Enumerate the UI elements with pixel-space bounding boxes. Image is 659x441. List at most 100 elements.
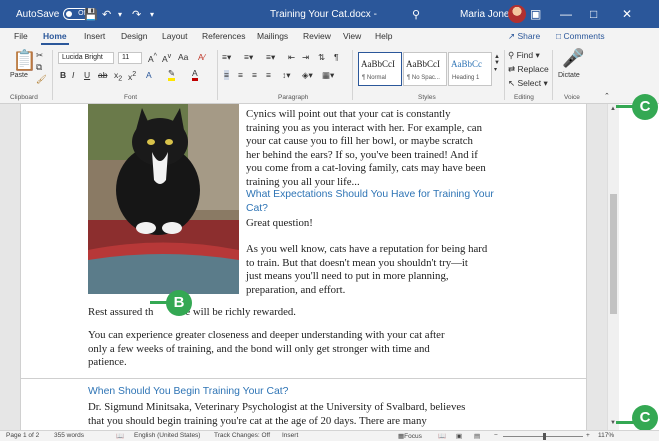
clear-formatting-icon[interactable]: A∕	[198, 52, 205, 62]
highlight-icon[interactable]: ✎	[168, 68, 176, 81]
tab-insert[interactable]: Insert	[84, 31, 105, 41]
insert-mode[interactable]: Insert	[282, 432, 298, 439]
shading-icon[interactable]: ◈▾	[302, 70, 313, 81]
ribbon-display-options-icon[interactable]: ▣	[530, 0, 560, 28]
title-bar: AutoSave Off 💾 ↶ ▾ ↷ ▾ Training Your Cat…	[0, 0, 659, 28]
zoom-out-icon[interactable]: −	[494, 432, 498, 439]
cut-icon[interactable]: ✂	[36, 50, 43, 61]
save-icon[interactable]: 💾	[84, 0, 98, 28]
align-center-icon[interactable]: ≡	[238, 70, 243, 80]
callout-b: B	[166, 290, 192, 316]
bold-icon[interactable]: B	[60, 70, 66, 80]
undo-icon[interactable]: ↶	[102, 0, 111, 28]
strikethrough-icon[interactable]: ab	[98, 70, 107, 80]
multilevel-list-icon[interactable]: ≡▾	[266, 52, 275, 63]
tab-mailings[interactable]: Mailings	[257, 31, 288, 41]
tab-references[interactable]: References	[202, 31, 245, 41]
read-mode-icon[interactable]: 📖	[438, 432, 446, 440]
tab-layout[interactable]: Layout	[162, 31, 188, 41]
find-button[interactable]: ⚲ Find ▾	[508, 50, 540, 61]
font-name-field[interactable]: Lucida Bright	[58, 52, 114, 64]
zoom-in-icon[interactable]: +	[586, 432, 590, 439]
vertical-scrollbar[interactable]: ▲ ▼	[607, 104, 619, 430]
avatar[interactable]	[508, 0, 526, 28]
divider	[552, 50, 553, 100]
share-button[interactable]: ↗ Share	[508, 31, 540, 42]
numbering-icon[interactable]: ≡▾	[244, 52, 253, 63]
web-layout-icon[interactable]: ▤	[474, 432, 480, 440]
proofing-icon[interactable]: 📖	[116, 432, 124, 440]
document-area[interactable]: Cynics will point out that your cat is c…	[0, 104, 607, 430]
change-case-icon[interactable]: Aa	[178, 52, 188, 62]
styles-more-icon[interactable]: ▲ ▼ ▾	[494, 54, 500, 73]
rest-assured-text: Rest assured th e will be richly rewarded…	[88, 306, 296, 318]
document-page-2[interactable]: When Should You Begin Training Your Cat?…	[20, 378, 587, 430]
italic-icon[interactable]: I	[72, 70, 74, 80]
justify-icon[interactable]: ≡	[266, 70, 271, 80]
tab-view[interactable]: View	[343, 31, 361, 41]
zoom-slider-thumb[interactable]	[543, 433, 546, 440]
customize-quick-access-icon[interactable]: ▾	[150, 0, 154, 28]
paste-button[interactable]: Paste	[10, 72, 28, 79]
ribbon-tabs: File Home Insert Design Layout Reference…	[0, 28, 659, 46]
track-changes-status[interactable]: Track Changes: Off	[214, 432, 270, 439]
page-count[interactable]: Page 1 of 2	[6, 432, 39, 439]
focus-button[interactable]: ▦ Focus	[398, 432, 422, 440]
font-size-field[interactable]: 11	[118, 52, 142, 64]
show-formatting-icon[interactable]: ¶	[334, 52, 339, 62]
borders-icon[interactable]: ▦▾	[322, 70, 334, 81]
align-left-icon[interactable]: ≡	[224, 70, 229, 80]
language[interactable]: English (United States)	[134, 432, 200, 439]
select-button[interactable]: ↖ Select ▾	[508, 78, 548, 89]
subscript-icon[interactable]: x2	[114, 70, 122, 83]
underline-icon[interactable]: U	[84, 70, 90, 80]
decrease-indent-icon[interactable]: ⇤	[288, 52, 295, 63]
line-spacing-icon[interactable]: ↕▾	[282, 70, 291, 81]
replace-button[interactable]: ⇄ Replace	[508, 64, 549, 75]
align-right-icon[interactable]: ≡	[252, 70, 257, 80]
redo-icon[interactable]: ↷	[132, 0, 141, 28]
divider	[52, 50, 53, 100]
autosave[interactable]: AutoSave Off	[16, 0, 92, 28]
cat-photo[interactable]	[88, 104, 239, 294]
collapse-ribbon-icon[interactable]: ⌃	[604, 92, 610, 100]
comments-button[interactable]: □ Comments	[556, 31, 605, 41]
tab-help[interactable]: Help	[375, 31, 392, 41]
print-layout-icon[interactable]: ▣	[456, 432, 462, 440]
scrollbar-thumb[interactable]	[610, 194, 617, 314]
tab-review[interactable]: Review	[303, 31, 331, 41]
minimize-button[interactable]: —	[560, 0, 590, 28]
maximize-button[interactable]: □	[590, 0, 620, 28]
tab-home[interactable]: Home	[43, 31, 67, 41]
copy-icon[interactable]: ⧉	[36, 62, 42, 73]
style-no-spacing[interactable]: AaBbCcI ¶ No Spac...	[403, 52, 447, 86]
dictate-button[interactable]: Dictate	[558, 72, 580, 79]
divider	[352, 50, 353, 100]
zoom-level[interactable]: 117%	[598, 432, 614, 439]
tab-design[interactable]: Design	[121, 31, 147, 41]
superscript-icon[interactable]: x2	[128, 70, 136, 82]
undo-dropdown-icon[interactable]: ▾	[118, 0, 122, 28]
style-normal[interactable]: AaBbCcI ¶ Normal	[358, 52, 402, 86]
word-count[interactable]: 355 words	[54, 432, 84, 439]
grow-font-icon[interactable]: A^	[148, 52, 157, 64]
bullets-icon[interactable]: ≡▾	[222, 52, 231, 63]
microphone-icon[interactable]: 🎤	[562, 48, 584, 69]
tab-file[interactable]: File	[14, 31, 28, 41]
search-icon[interactable]: ⚲	[412, 0, 420, 28]
shrink-font-icon[interactable]: Av	[162, 52, 171, 64]
user-name[interactable]: Maria Jones	[460, 0, 514, 28]
sort-icon[interactable]: ⇅	[318, 52, 325, 63]
increase-indent-icon[interactable]: ⇥	[302, 52, 309, 63]
document-title: Training Your Cat.docx -	[270, 8, 377, 20]
intro-paragraph: Cynics will point out that your cat is c…	[246, 108, 486, 188]
close-button[interactable]: ✕	[622, 0, 652, 28]
format-painter-icon[interactable]: 🖌	[36, 74, 47, 85]
font-color-icon[interactable]: A	[192, 68, 198, 81]
styles-group-label: Styles	[418, 94, 436, 101]
style-heading-1[interactable]: AaBbCc Heading 1	[448, 52, 492, 86]
callout-c-top: C	[632, 94, 658, 120]
paste-icon[interactable]: 📋	[12, 48, 37, 73]
divider	[504, 50, 505, 100]
text-effects-icon[interactable]: A	[146, 70, 152, 80]
